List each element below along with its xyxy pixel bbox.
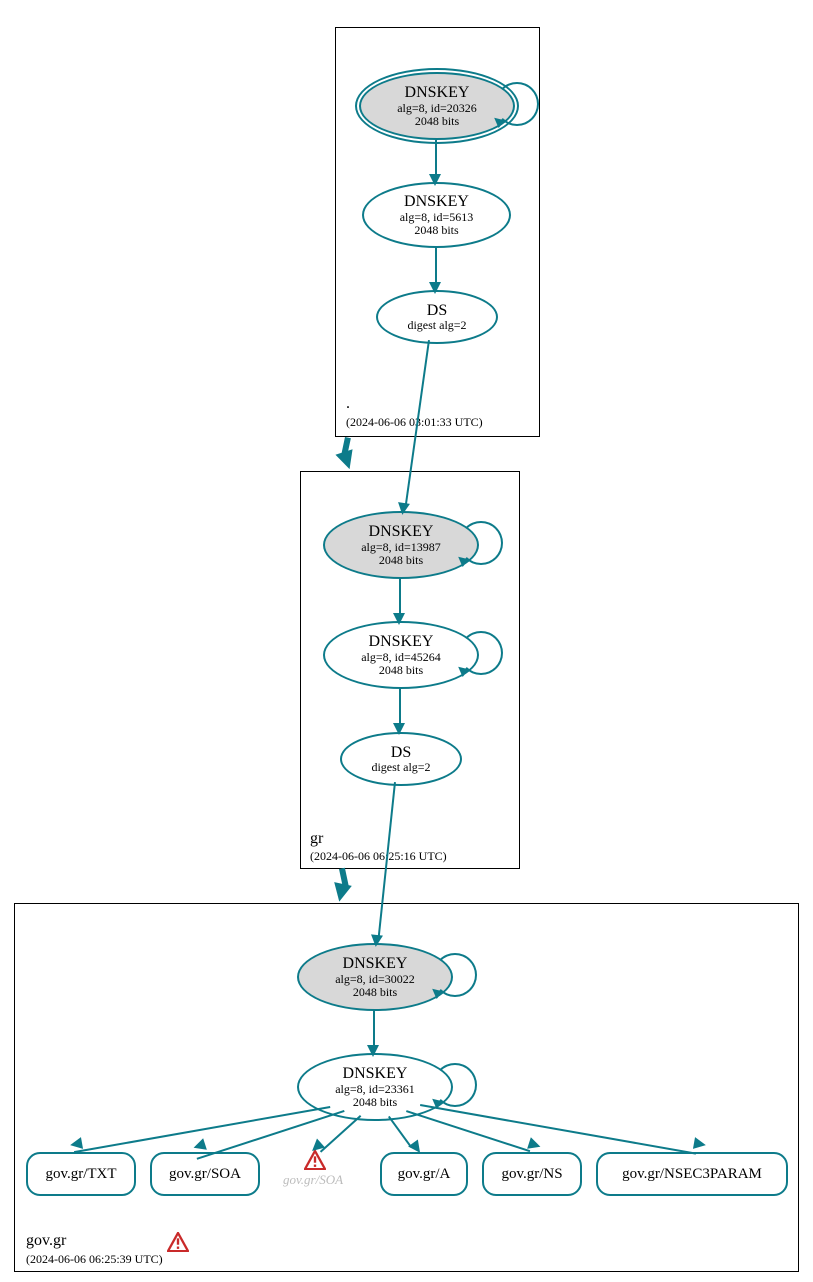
node-title: DNSKEY <box>369 523 434 541</box>
edge <box>435 140 437 176</box>
node-sub2: 2048 bits <box>353 1096 397 1109</box>
node-title: DNSKEY <box>343 1065 408 1083</box>
node-title: DNSKEY <box>369 633 434 651</box>
zone-gr-timestamp: (2024-06-06 06:25:16 UTC) <box>310 849 447 864</box>
arrowhead-icon <box>393 613 405 625</box>
edge <box>399 577 401 615</box>
zone-root-label: . <box>346 395 350 413</box>
selfloop-govgr-zsk <box>433 1063 477 1107</box>
node-title: DS <box>427 302 447 320</box>
rrset-a: gov.gr/A <box>380 1152 468 1196</box>
node-sub1: digest alg=2 <box>371 761 430 774</box>
arrowhead-icon <box>69 1137 83 1151</box>
node-sub2: 2048 bits <box>379 554 423 567</box>
arrowhead-icon <box>335 449 358 472</box>
node-govgr-zsk: DNSKEY alg=8, id=23361 2048 bits <box>297 1053 453 1121</box>
arrowhead-icon <box>367 1045 379 1057</box>
node-sub2: 2048 bits <box>415 115 459 128</box>
node-sub2: 2048 bits <box>414 224 458 237</box>
zone-root-timestamp: (2024-06-06 03:01:33 UTC) <box>346 415 483 430</box>
zone-govgr-timestamp: (2024-06-06 06:25:39 UTC) <box>26 1252 163 1267</box>
rrset-label: gov.gr/NSEC3PARAM <box>612 1166 772 1183</box>
node-root-ksk: DNSKEY alg=8, id=20326 2048 bits <box>359 72 515 140</box>
node-govgr-ksk: DNSKEY alg=8, id=30022 2048 bits <box>297 943 453 1011</box>
arrowhead-icon <box>429 174 441 186</box>
warning-icon <box>167 1232 189 1252</box>
node-gr-ksk: DNSKEY alg=8, id=13987 2048 bits <box>323 511 479 579</box>
node-title: DNSKEY <box>404 193 469 211</box>
node-sub1: alg=8, id=45264 <box>361 651 441 664</box>
node-sub1: alg=8, id=13987 <box>361 541 441 554</box>
node-sub1: alg=8, id=23361 <box>335 1083 415 1096</box>
node-root-ds: DS digest alg=2 <box>376 290 498 344</box>
arrowhead-icon <box>370 934 383 947</box>
rrset-label: gov.gr/A <box>388 1166 461 1183</box>
node-sub2: 2048 bits <box>353 986 397 999</box>
rrset-soa-faint: gov.gr/SOA <box>283 1172 343 1188</box>
rrset-label: gov.gr/NS <box>491 1166 572 1183</box>
node-gr-ds: DS digest alg=2 <box>340 732 462 786</box>
arrowhead-icon <box>429 282 441 294</box>
arrowhead-icon <box>393 723 405 735</box>
rrset-ns: gov.gr/NS <box>482 1152 582 1196</box>
node-gr-zsk: DNSKEY alg=8, id=45264 2048 bits <box>323 621 479 689</box>
node-title: DNSKEY <box>343 955 408 973</box>
edge <box>435 246 437 284</box>
rrset-soa: gov.gr/SOA <box>150 1152 260 1196</box>
arrowhead-icon <box>693 1137 707 1151</box>
selfloop-govgr-ksk <box>433 953 477 997</box>
zone-gr-label: gr <box>310 830 323 848</box>
node-title: DNSKEY <box>405 84 470 102</box>
edge <box>373 1009 375 1047</box>
node-root-zsk: DNSKEY alg=8, id=5613 2048 bits <box>362 182 511 248</box>
node-sub1: digest alg=2 <box>407 319 466 332</box>
selfloop-gr-zsk <box>459 631 503 675</box>
arrowhead-icon <box>396 502 410 516</box>
rrset-label: gov.gr/TXT <box>35 1166 126 1183</box>
node-title: DS <box>391 744 411 762</box>
rrset-label: gov.gr/SOA <box>159 1166 251 1183</box>
edge <box>399 687 401 725</box>
selfloop-gr-ksk <box>459 521 503 565</box>
zone-govgr-label: gov.gr <box>26 1232 66 1250</box>
rrset-txt: gov.gr/TXT <box>26 1152 136 1196</box>
selfloop-root-ksk <box>495 82 539 126</box>
node-sub1: alg=8, id=20326 <box>397 102 477 115</box>
arrowhead-icon <box>330 882 351 903</box>
node-sub1: alg=8, id=5613 <box>400 211 474 224</box>
node-sub1: alg=8, id=30022 <box>335 973 415 986</box>
rrset-nsec3param: gov.gr/NSEC3PARAM <box>596 1152 788 1196</box>
node-sub2: 2048 bits <box>379 664 423 677</box>
